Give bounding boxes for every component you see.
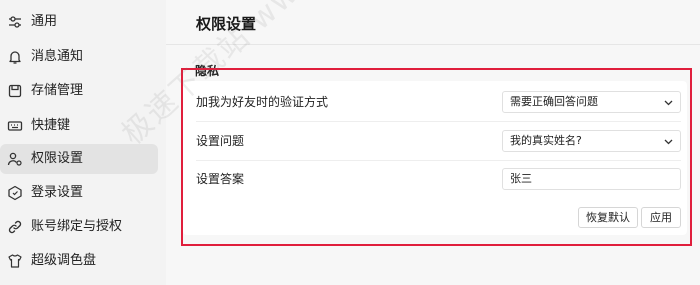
sidebar-item-storage[interactable]: 存储管理 bbox=[0, 76, 158, 106]
page-title: 权限设置 bbox=[196, 15, 257, 33]
sidebar-item-label: 账号绑定与授权 bbox=[31, 219, 123, 234]
sidebar-item-permissions[interactable]: 权限设置 bbox=[0, 144, 158, 174]
login-shield-icon bbox=[7, 185, 23, 201]
sidebar-item-account-binding[interactable]: 账号绑定与授权 bbox=[0, 212, 158, 242]
question-label: 设置问题 bbox=[196, 134, 245, 148]
sidebar-item-palette[interactable]: 超级调色盘 bbox=[0, 246, 158, 276]
sidebar-item-general[interactable]: 通用 bbox=[0, 7, 158, 37]
sidebar-item-label: 登录设置 bbox=[31, 185, 84, 200]
privacy-card: 加我为好友时的验证方式 需要正确回答问题 设置问题 我的真实姓名? 设置答案 张… bbox=[183, 81, 687, 235]
sidebar-item-label: 存储管理 bbox=[31, 83, 84, 98]
section-title-privacy: 隐私 bbox=[195, 64, 220, 78]
sidebar-item-shortcuts[interactable]: 快捷键 bbox=[0, 111, 158, 141]
verify-method-select[interactable]: 需要正确回答问题 bbox=[502, 91, 681, 113]
question-select[interactable]: 我的真实姓名? bbox=[502, 130, 681, 152]
main-panel: 权限设置 隐私 加我为好友时的验证方式 需要正确回答问题 设置问题 我的真实姓名… bbox=[166, 0, 700, 285]
bell-icon bbox=[7, 49, 23, 65]
question-value: 我的真实姓名? bbox=[510, 134, 582, 147]
title-divider bbox=[166, 44, 700, 45]
answer-label: 设置答案 bbox=[196, 172, 245, 186]
sidebar: 通用 消息通知 存储管理 快捷键 权限设置 登录设置 账号绑定与授权 超级调色盘 bbox=[0, 0, 166, 285]
tshirt-icon bbox=[7, 253, 23, 269]
storage-icon bbox=[7, 83, 23, 99]
chevron-down-icon bbox=[664, 100, 673, 106]
user-gear-icon bbox=[7, 151, 23, 167]
keyboard-icon bbox=[7, 118, 23, 134]
chevron-down-icon bbox=[664, 139, 673, 145]
sidebar-item-label: 超级调色盘 bbox=[31, 253, 97, 268]
verify-method-label: 加我为好友时的验证方式 bbox=[196, 95, 329, 109]
verify-method-value: 需要正确回答问题 bbox=[510, 95, 598, 108]
row-divider bbox=[196, 121, 681, 122]
row-divider bbox=[196, 160, 681, 161]
sidebar-item-login[interactable]: 登录设置 bbox=[0, 178, 158, 208]
sidebar-item-label: 消息通知 bbox=[31, 49, 84, 64]
sidebar-item-label: 通用 bbox=[31, 14, 58, 29]
sliders-icon bbox=[7, 14, 23, 30]
sidebar-item-label: 权限设置 bbox=[31, 151, 84, 166]
apply-button[interactable]: 应用 bbox=[641, 207, 681, 228]
reset-default-button[interactable]: 恢复默认 bbox=[578, 207, 638, 228]
answer-input[interactable]: 张三 bbox=[502, 168, 681, 190]
sidebar-item-label: 快捷键 bbox=[31, 118, 71, 133]
sidebar-item-notifications[interactable]: 消息通知 bbox=[0, 42, 158, 72]
link-icon bbox=[7, 219, 23, 235]
